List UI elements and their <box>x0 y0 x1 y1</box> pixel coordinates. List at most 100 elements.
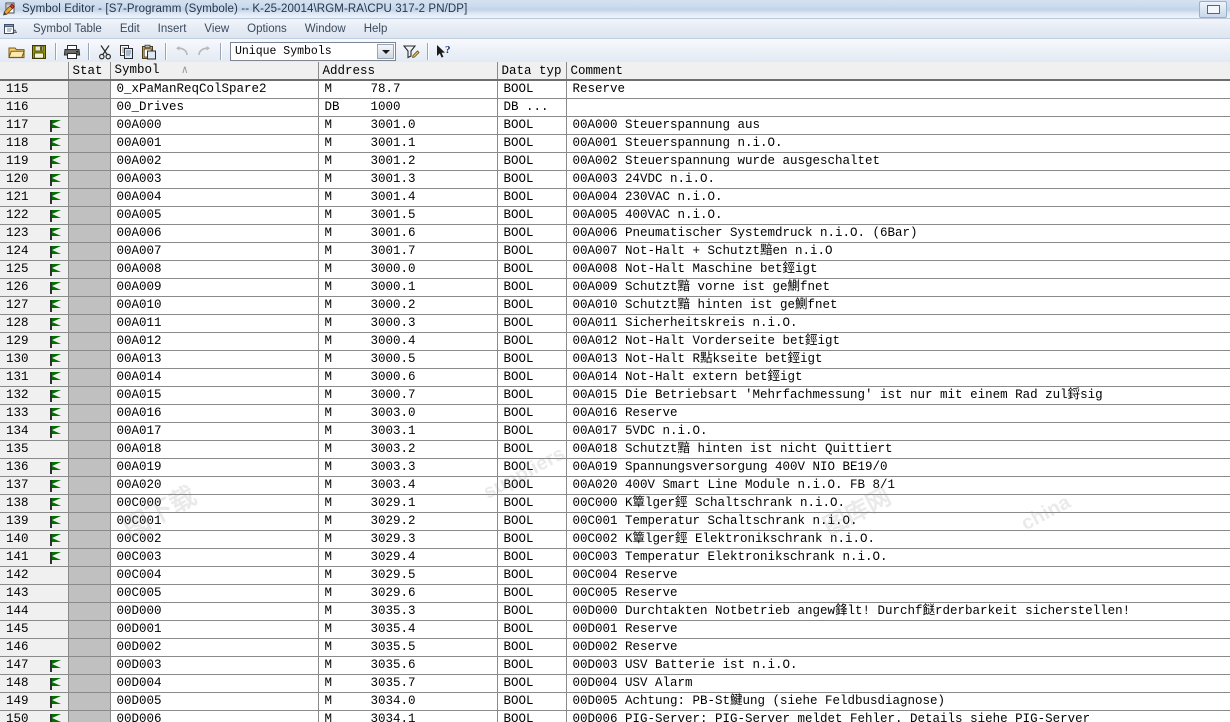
symbol-cell[interactable]: 00C002 <box>110 530 319 549</box>
address-cell[interactable]: M 3003.2 <box>318 440 498 459</box>
address-cell[interactable]: M 3029.1 <box>318 494 498 513</box>
table-row[interactable]: 117 00A000 M 3001.0 BOOL 00A000 Steuerspannun… <box>0 116 1230 135</box>
table-row[interactable]: 120 00A003 M 3001.3 BOOL 00A003 24VDC n.i.O. <box>0 170 1230 189</box>
row-number-cell[interactable]: 128 <box>0 314 69 333</box>
status-cell[interactable] <box>68 422 111 441</box>
table-row[interactable]: 127 00A010 M 3000.2 BOOL 00A010 Schutzt黯 hint… <box>0 296 1230 315</box>
table-row[interactable]: 131 00A014 M 3000.6 BOOL 00A014 Not-Halt exte… <box>0 368 1230 387</box>
table-row[interactable]: 137 00A020 M 3003.4 BOOL 00A020 400V Smart Li… <box>0 476 1230 495</box>
comment-cell[interactable]: 00A000 Steuerspannung aus <box>566 116 1230 135</box>
status-cell[interactable] <box>68 548 111 567</box>
datatype-cell[interactable]: BOOL <box>497 692 567 711</box>
row-number-cell[interactable]: 126 <box>0 278 69 297</box>
datatype-cell[interactable]: BOOL <box>497 260 567 279</box>
row-number-cell[interactable]: 131 <box>0 368 69 387</box>
comment-cell[interactable]: 00A006 Pneumatischer Systemdruck n.i.O. … <box>566 224 1230 243</box>
datatype-cell[interactable]: BOOL <box>497 170 567 189</box>
row-number-cell[interactable]: 133 <box>0 404 69 423</box>
table-row[interactable]: 119 00A002 M 3001.2 BOOL 00A002 Steuerspannun… <box>0 152 1230 171</box>
address-cell[interactable]: M 3001.7 <box>318 242 498 261</box>
address-cell[interactable]: M 3000.5 <box>318 350 498 369</box>
table-row[interactable]: 135 00A018 M 3003.2 BOOL 00A018 Schutzt黯 hint… <box>0 440 1230 459</box>
print-icon[interactable] <box>61 41 83 62</box>
comment-cell[interactable]: 00A020 400V Smart Line Module n.i.O. FB … <box>566 476 1230 495</box>
symbol-cell[interactable]: 00A000 <box>110 116 319 135</box>
table-row[interactable]: 124 00A007 M 3001.7 BOOL 00A007 Not-Halt + Sc… <box>0 242 1230 261</box>
address-cell[interactable]: M 3000.7 <box>318 386 498 405</box>
row-number-cell[interactable]: 118 <box>0 134 69 153</box>
symbol-cell[interactable]: 00A007 <box>110 242 319 261</box>
row-number-cell[interactable]: 127 <box>0 296 69 315</box>
comment-cell[interactable]: 00C003 Temperatur Elektronikschrank n.i.… <box>566 548 1230 567</box>
address-cell[interactable]: M 3001.6 <box>318 224 498 243</box>
address-cell[interactable]: M 3029.3 <box>318 530 498 549</box>
comment-cell[interactable]: 00A011 Sicherheitskreis n.i.O. <box>566 314 1230 333</box>
symbol-cell[interactable]: 00A006 <box>110 224 319 243</box>
status-cell[interactable] <box>68 332 111 351</box>
table-row[interactable]: 144 00D000 M 3035.3 BOOL 00D000 Durchtakten N… <box>0 602 1230 621</box>
help-pointer-icon[interactable]: ? <box>433 41 455 62</box>
address-cell[interactable]: M 3001.5 <box>318 206 498 225</box>
cut-icon[interactable] <box>94 41 116 62</box>
row-number-cell[interactable]: 143 <box>0 584 69 603</box>
datatype-cell[interactable]: BOOL <box>497 512 567 531</box>
symbol-cell[interactable]: 00A015 <box>110 386 319 405</box>
address-cell[interactable]: M 3029.6 <box>318 584 498 603</box>
address-cell[interactable]: M 3029.4 <box>318 548 498 567</box>
table-row[interactable]: 148 00D004 M 3035.7 BOOL 00D004 USV Alarm <box>0 674 1230 693</box>
paste-icon[interactable] <box>138 41 160 62</box>
comment-cell[interactable]: 00A019 Spannungsversorgung 400V NIO BE19… <box>566 458 1230 477</box>
address-cell[interactable]: M 3029.5 <box>318 566 498 585</box>
row-number-cell[interactable]: 147 <box>0 656 69 675</box>
address-cell[interactable]: M 3001.4 <box>318 188 498 207</box>
address-cell[interactable]: M 3000.0 <box>318 260 498 279</box>
status-cell[interactable] <box>68 404 111 423</box>
status-cell[interactable] <box>68 80 111 99</box>
row-number-cell[interactable]: 117 <box>0 116 69 135</box>
symbol-cell[interactable]: 00D006 <box>110 710 319 722</box>
symbol-cell[interactable]: 00A013 <box>110 350 319 369</box>
comment-cell[interactable]: 00D003 USV Batterie ist n.i.O. <box>566 656 1230 675</box>
table-row[interactable]: 116 00_Drives DB 1000 DB ... <box>0 98 1230 117</box>
datatype-cell[interactable]: BOOL <box>497 134 567 153</box>
address-cell[interactable]: M 3035.4 <box>318 620 498 639</box>
table-row[interactable]: 142 00C004 M 3029.5 BOOL 00C004 Reserve <box>0 566 1230 585</box>
row-number-cell[interactable]: 142 <box>0 566 69 585</box>
document-window-icon[interactable] <box>2 21 18 37</box>
status-cell[interactable] <box>68 134 111 153</box>
symbol-cell[interactable]: 00C001 <box>110 512 319 531</box>
table-row[interactable]: 118 00A001 M 3001.1 BOOL 00A001 Steuerspannun… <box>0 134 1230 153</box>
comment-cell[interactable]: 00D006 PIG-Server: PIG-Server meldet Feh… <box>566 710 1230 722</box>
datatype-cell[interactable]: BOOL <box>497 548 567 567</box>
status-cell[interactable] <box>68 206 111 225</box>
status-cell[interactable] <box>68 710 111 722</box>
status-cell[interactable] <box>68 494 111 513</box>
datatype-cell[interactable]: BOOL <box>497 188 567 207</box>
copy-icon[interactable] <box>116 41 138 62</box>
row-number-cell[interactable]: 116 <box>0 98 69 117</box>
comment-cell[interactable] <box>566 98 1230 117</box>
status-cell[interactable] <box>68 350 111 369</box>
comment-cell[interactable]: 00D001 Reserve <box>566 620 1230 639</box>
filter-select[interactable]: Unique Symbols <box>230 42 396 61</box>
address-cell[interactable]: M 3034.0 <box>318 692 498 711</box>
comment-cell[interactable]: 00A012 Not-Halt Vorderseite bet鋞igt <box>566 332 1230 351</box>
status-cell[interactable] <box>68 602 111 621</box>
table-row[interactable]: 141 00C003 M 3029.4 BOOL 00C003 Temperatur El… <box>0 548 1230 567</box>
symbol-cell[interactable]: 00D001 <box>110 620 319 639</box>
table-row[interactable]: 140 00C002 M 3029.3 BOOL 00C002 K簟lger鋞 Elekt… <box>0 530 1230 549</box>
status-cell[interactable] <box>68 368 111 387</box>
address-cell[interactable]: M 3003.0 <box>318 404 498 423</box>
status-cell[interactable] <box>68 224 111 243</box>
comment-cell[interactable]: 00D004 USV Alarm <box>566 674 1230 693</box>
datatype-cell[interactable]: BOOL <box>497 584 567 603</box>
address-cell[interactable]: M 3003.3 <box>318 458 498 477</box>
datatype-cell[interactable]: BOOL <box>497 368 567 387</box>
symbol-cell[interactable]: 00_Drives <box>110 98 319 117</box>
row-number-cell[interactable]: 129 <box>0 332 69 351</box>
datatype-cell[interactable]: BOOL <box>497 350 567 369</box>
datatype-cell[interactable]: BOOL <box>497 80 567 99</box>
symbol-cell[interactable]: 00A001 <box>110 134 319 153</box>
table-row[interactable]: 139 00C001 M 3029.2 BOOL 00C001 Temperatur Sc… <box>0 512 1230 531</box>
comment-cell[interactable]: 00A007 Not-Halt + Schutzt黯en n.i.O <box>566 242 1230 261</box>
